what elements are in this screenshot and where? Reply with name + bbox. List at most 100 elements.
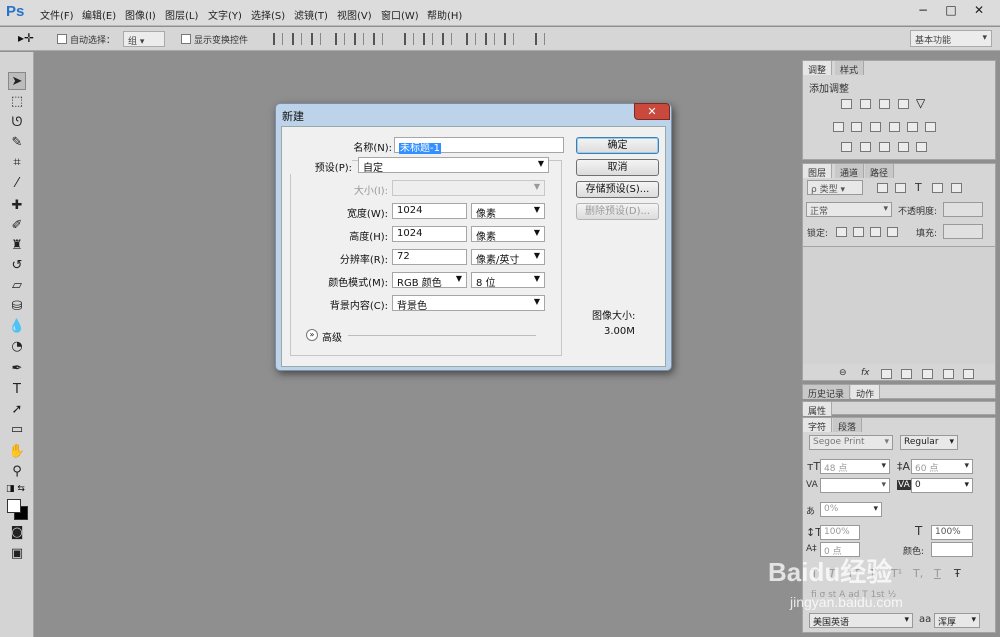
align-right-icon[interactable] bbox=[373, 33, 383, 45]
tab-properties[interactable]: 属性 bbox=[803, 402, 833, 417]
hue-saturation-icon[interactable] bbox=[833, 122, 844, 132]
tab-character[interactable]: 字符 bbox=[803, 418, 833, 433]
menu-file[interactable]: 文件(F) bbox=[40, 7, 74, 22]
vertical-scale-field[interactable]: 100% bbox=[820, 525, 860, 540]
distribute-hcenter-icon[interactable] bbox=[485, 33, 495, 45]
text-color-swatch[interactable] bbox=[931, 542, 973, 557]
tab-layers[interactable]: 图层 bbox=[803, 164, 833, 179]
lasso-tool-icon[interactable]: ᘎ bbox=[8, 114, 26, 132]
move-tool-icon[interactable]: ▸✛ bbox=[18, 31, 34, 45]
distribute-right-icon[interactable] bbox=[504, 33, 514, 45]
brightness-icon[interactable] bbox=[841, 99, 852, 109]
menu-type[interactable]: 文字(Y) bbox=[208, 7, 242, 22]
dodge-tool-icon[interactable]: ◔ bbox=[8, 338, 26, 356]
lock-image-icon[interactable] bbox=[853, 227, 864, 237]
tracking-field[interactable]: 0 ▾ bbox=[911, 478, 973, 493]
opacity-field[interactable] bbox=[943, 202, 983, 217]
width-input[interactable]: 1024 bbox=[392, 203, 467, 219]
superscript-icon[interactable]: T¹ bbox=[891, 567, 902, 580]
close-window-button[interactable]: ✕ bbox=[966, 0, 992, 20]
distribute-vcenter-icon[interactable] bbox=[423, 33, 433, 45]
black-white-icon[interactable] bbox=[870, 122, 881, 132]
delete-layer-icon[interactable] bbox=[963, 369, 974, 379]
curves-icon[interactable] bbox=[879, 99, 890, 109]
preset-dropdown[interactable]: 自定 ▼ bbox=[358, 157, 549, 174]
lock-position-icon[interactable] bbox=[870, 227, 881, 237]
horizontal-scale-field[interactable]: 100% bbox=[931, 525, 973, 540]
show-transform-checkbox[interactable] bbox=[181, 34, 191, 44]
menu-filter[interactable]: 滤镜(T) bbox=[294, 7, 328, 22]
bit-depth-dropdown[interactable]: 8 位 ▼ bbox=[471, 272, 545, 289]
width-unit-dropdown[interactable]: 像素 ▼ bbox=[471, 203, 545, 220]
screen-mode-icon[interactable]: ▣ bbox=[8, 545, 26, 563]
history-brush-icon[interactable]: ↺ bbox=[8, 257, 26, 275]
antialias-dropdown[interactable]: 浑厚 ▾ bbox=[934, 613, 980, 628]
height-unit-dropdown[interactable]: 像素 ▼ bbox=[471, 226, 545, 243]
quick-mask-icon[interactable]: ◙ bbox=[8, 524, 26, 542]
gradient-map-icon[interactable] bbox=[916, 142, 927, 152]
clone-stamp-icon[interactable]: ♜ bbox=[8, 237, 26, 255]
align-vcenter-icon[interactable] bbox=[292, 33, 302, 45]
filter-smart-icon[interactable] bbox=[951, 183, 962, 193]
resolution-unit-dropdown[interactable]: 像素/英寸 ▼ bbox=[471, 249, 545, 266]
path-select-icon[interactable]: ➚ bbox=[8, 401, 26, 419]
eraser-tool-icon[interactable]: ▱ bbox=[8, 277, 26, 295]
channel-mixer-icon[interactable] bbox=[907, 122, 918, 132]
strikethrough-icon[interactable]: Ŧ bbox=[954, 567, 961, 580]
filter-pixel-icon[interactable] bbox=[877, 183, 888, 193]
height-input[interactable]: 1024 bbox=[392, 226, 467, 242]
advanced-toggle-icon[interactable]: » bbox=[306, 329, 318, 341]
subscript-icon[interactable]: T, bbox=[913, 567, 923, 580]
menu-image[interactable]: 图像(I) bbox=[125, 7, 156, 22]
align-left-icon[interactable] bbox=[335, 33, 345, 45]
tab-actions[interactable]: 动作 bbox=[851, 385, 881, 400]
pen-tool-icon[interactable]: ✒ bbox=[8, 360, 26, 378]
move-tool-icon[interactable]: ➤ bbox=[8, 72, 26, 90]
photo-filter-icon[interactable] bbox=[889, 122, 900, 132]
vibrance-icon[interactable]: ▽ bbox=[916, 96, 925, 110]
auto-select-checkbox[interactable] bbox=[57, 34, 67, 44]
eyedropper-tool-icon[interactable]: ⁄ bbox=[8, 175, 26, 193]
link-layers-icon[interactable]: ⊖ bbox=[839, 368, 847, 378]
tsume-field[interactable]: 0% ▾ bbox=[820, 502, 882, 517]
layer-mask-icon[interactable] bbox=[881, 369, 892, 379]
invert-icon[interactable] bbox=[841, 142, 852, 152]
color-balance-icon[interactable] bbox=[851, 122, 862, 132]
color-lookup-icon[interactable] bbox=[925, 122, 936, 132]
name-input[interactable]: 未标题-1 bbox=[394, 137, 564, 154]
font-family-dropdown[interactable]: Segoe Print ▾ bbox=[809, 435, 893, 450]
tab-channels[interactable]: 通道 bbox=[835, 164, 865, 179]
menu-help[interactable]: 帮助(H) bbox=[427, 7, 462, 22]
distribute-left-icon[interactable] bbox=[466, 33, 476, 45]
selective-color-icon[interactable] bbox=[898, 142, 909, 152]
new-group-icon[interactable] bbox=[922, 369, 933, 379]
adjustment-layer-icon[interactable] bbox=[901, 369, 912, 379]
threshold-icon[interactable] bbox=[879, 142, 890, 152]
kerning-field[interactable]: ▾ bbox=[820, 478, 890, 493]
align-bottom-icon[interactable] bbox=[311, 33, 321, 45]
hand-tool-icon[interactable]: ✋ bbox=[8, 443, 26, 461]
underline-icon[interactable]: T bbox=[934, 567, 941, 580]
filter-shape-icon[interactable] bbox=[932, 183, 943, 193]
minimize-button[interactable]: − bbox=[910, 0, 936, 20]
font-size-field[interactable]: 48 点 ▾ bbox=[820, 459, 890, 474]
type-tool-icon[interactable]: T bbox=[8, 381, 26, 399]
quick-select-tool-icon[interactable]: ✎ bbox=[8, 134, 26, 152]
healing-brush-icon[interactable]: ✚ bbox=[8, 197, 26, 215]
font-style-dropdown[interactable]: Regular ▾ bbox=[900, 435, 958, 450]
menu-window[interactable]: 窗口(W) bbox=[381, 7, 419, 22]
default-colors-icon[interactable]: ◨ ⇆ bbox=[6, 484, 25, 494]
dialog-close-button[interactable]: ✕ bbox=[634, 103, 670, 120]
new-layer-icon[interactable] bbox=[943, 369, 954, 379]
filter-type-icon[interactable]: T bbox=[915, 181, 922, 194]
tab-history[interactable]: 历史记录 bbox=[803, 385, 851, 400]
tab-styles[interactable]: 样式 bbox=[835, 61, 865, 76]
menu-layer[interactable]: 图层(L) bbox=[165, 7, 198, 22]
rectangle-tool-icon[interactable]: ▭ bbox=[8, 421, 26, 439]
distribute-bottom-icon[interactable] bbox=[442, 33, 452, 45]
tab-paragraph[interactable]: 段落 bbox=[833, 418, 863, 433]
distribute-top-icon[interactable] bbox=[404, 33, 414, 45]
auto-align-icon[interactable] bbox=[535, 33, 545, 45]
save-preset-button[interactable]: 存储预设(S)... bbox=[576, 181, 659, 198]
maximize-button[interactable]: □ bbox=[938, 0, 964, 20]
